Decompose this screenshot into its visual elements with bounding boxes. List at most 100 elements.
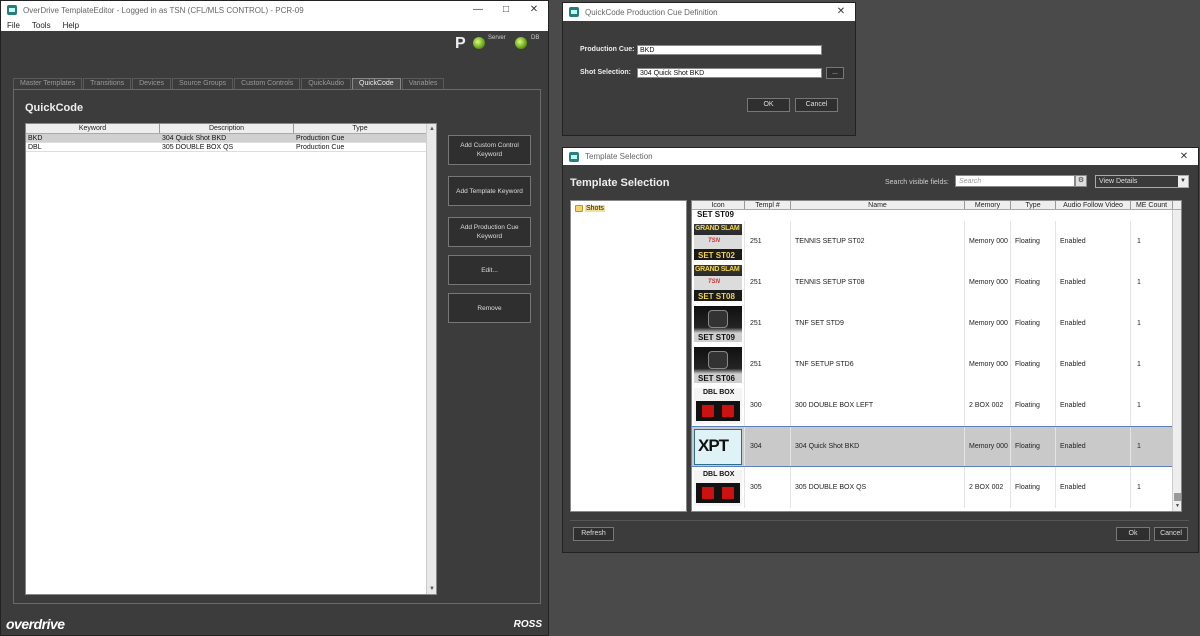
table-row[interactable]: DBL BOX 305 305 DOUBLE BOX QS 2 BOX 002 Floa…	[692, 467, 1173, 508]
maximize-icon[interactable]: □	[492, 1, 520, 19]
column-name[interactable]: Name	[791, 201, 965, 209]
column-audio-follow-video[interactable]: Audio Follow Video	[1056, 201, 1131, 209]
templ-number-cell: 304	[745, 427, 791, 466]
column-me-count[interactable]: ME Count	[1131, 201, 1173, 209]
table-row[interactable]: DBL 305 DOUBLE BOX QS Production Cue	[26, 143, 436, 152]
cue-cancel-button[interactable]: Cancel	[795, 98, 838, 112]
close-icon[interactable]: ✕	[1170, 148, 1198, 166]
afv-cell: Enabled	[1056, 303, 1131, 344]
scroll-down-icon[interactable]: ▼	[1173, 502, 1181, 511]
column-type[interactable]: Type	[1011, 201, 1056, 209]
table-row[interactable]: SET ST06 251 TNF SETUP STD6 Memory 000 Float…	[692, 344, 1173, 385]
column-type[interactable]: Type	[294, 124, 427, 133]
production-cue-field[interactable]: BKD	[637, 45, 822, 55]
close-icon[interactable]: ✕	[827, 3, 855, 21]
table-row[interactable]: GRAND SLAM TSN SET ST08 251 TENNIS SETUP ST0…	[692, 262, 1173, 303]
ts-cancel-button[interactable]: Cancel	[1154, 527, 1188, 541]
double-box-icon	[696, 482, 740, 503]
tab-source-groups[interactable]: Source Groups	[172, 78, 234, 89]
menu-help[interactable]: Help	[63, 21, 79, 30]
close-icon[interactable]: ✕	[520, 1, 548, 19]
table-row[interactable]: BKD 304 Quick Shot BKD Production Cue	[26, 134, 436, 143]
template-grid-scrollbar[interactable]: ▼	[1172, 210, 1181, 511]
shot-selection-field[interactable]: 304 Quick Shot BKD	[637, 68, 822, 78]
me-count-cell: 1	[1131, 303, 1173, 344]
shot-selection-label: Shot Selection:	[580, 69, 631, 76]
view-mode-value: View Details	[1099, 178, 1138, 185]
db-status-icon	[515, 37, 527, 49]
scroll-thumb[interactable]	[1174, 493, 1181, 501]
cue-dialog-titlebar[interactable]: QuickCode Production Cue Definition ✕	[563, 3, 855, 21]
production-cue-label: Production Cue:	[580, 46, 635, 53]
app-icon	[569, 7, 579, 17]
scroll-down-icon[interactable]: ▼	[427, 584, 437, 594]
table-row[interactable]: XPT 304 304 Quick Shot BKD Memory 000 Floati…	[692, 426, 1173, 467]
chevron-down-icon[interactable]: ▼	[1178, 176, 1188, 187]
tab-devices[interactable]: Devices	[132, 78, 172, 89]
search-options-icon[interactable]: ⚙	[1075, 175, 1087, 187]
tab-master-templates[interactable]: Master Templates	[13, 78, 83, 89]
tab-custom-controls[interactable]: Custom Controls	[234, 78, 301, 89]
keyword-table[interactable]: Keyword Description Type BKD 304 Quick Sh…	[25, 123, 437, 595]
table-row[interactable]: DBL BOX 300 300 DOUBLE BOX LEFT 2 BOX 002 Fl…	[692, 385, 1173, 426]
tree-item-shots[interactable]: Shots	[575, 205, 605, 212]
scroll-up-icon[interactable]: ▲	[427, 124, 437, 134]
tab-quickcode[interactable]: QuickCode	[352, 78, 401, 89]
thumb-caption: SET ST06	[698, 373, 735, 383]
minimize-icon[interactable]: —	[464, 1, 492, 19]
tab-transitions[interactable]: Transitions	[83, 78, 132, 89]
edit-button[interactable]: Edit...	[448, 255, 531, 285]
category-tree[interactable]: Shots	[570, 200, 687, 512]
cue-ok-button[interactable]: OK	[747, 98, 790, 112]
type-cell: Floating	[1011, 262, 1056, 303]
keyword-table-scrollbar[interactable]: ▲ ▼	[426, 124, 436, 594]
search-input[interactable]: Search	[955, 175, 1075, 187]
ts-titlebar[interactable]: Template Selection ✕	[563, 148, 1198, 165]
column-description[interactable]: Description	[160, 124, 294, 133]
afv-cell: Enabled	[1056, 262, 1131, 303]
type-cell: Production Cue	[296, 144, 345, 151]
template-grid[interactable]: Icon Templ # Name Memory Type Audio Foll…	[691, 200, 1182, 512]
add-custom-control-keyword-button[interactable]: Add Custom Control Keyword	[448, 135, 531, 165]
table-row[interactable]: SET ST09 251 TNF SET STD9 Memory 000 Floatin…	[692, 303, 1173, 344]
panel-title: QuickCode	[25, 102, 84, 114]
column-memory[interactable]: Memory	[965, 201, 1011, 209]
refresh-button[interactable]: Refresh	[573, 527, 614, 541]
name-cell: TNF SET STD9	[791, 303, 965, 344]
thumb-network: TSN	[708, 237, 720, 244]
menu-file[interactable]: File	[7, 21, 20, 30]
afv-cell: Enabled	[1056, 221, 1131, 262]
app-icon	[7, 5, 17, 15]
menu-tools[interactable]: Tools	[32, 21, 51, 30]
partial-row-thumb-label: SET ST09	[697, 210, 734, 219]
name-cell: 300 DOUBLE BOX LEFT	[791, 385, 965, 426]
me-count-cell: 1	[1131, 467, 1173, 508]
me-count-cell: 1	[1131, 344, 1173, 385]
remove-button[interactable]: Remove	[448, 293, 531, 323]
templ-number-cell: 251	[745, 303, 791, 344]
template-thumbnail: GRAND SLAM TSN SET ST02	[694, 223, 742, 260]
view-mode-select[interactable]: View Details ▼	[1095, 175, 1189, 188]
icon-cell: DBL BOX	[692, 385, 745, 426]
memory-cell: 2 BOX 002	[965, 385, 1011, 426]
tab-quickaudio[interactable]: QuickAudio	[301, 78, 352, 89]
icon-cell: XPT	[692, 427, 745, 466]
column-templ-number[interactable]: Templ #	[745, 201, 791, 209]
add-template-keyword-button[interactable]: Add Template Keyword	[448, 176, 531, 206]
production-cue-dialog: QuickCode Production Cue Definition ✕ Pr…	[562, 2, 856, 136]
footer-divider	[570, 520, 1189, 521]
overdrive-logo: overdrive	[6, 616, 65, 632]
column-keyword[interactable]: Keyword	[26, 124, 160, 133]
add-production-cue-keyword-button[interactable]: Add Production Cue Keyword	[448, 217, 531, 247]
keyword-cell: BKD	[28, 135, 43, 142]
table-row[interactable]: GRAND SLAM TSN SET ST02 251 TENNIS SETUP ST0…	[692, 221, 1173, 262]
templ-number-cell: 251	[745, 221, 791, 262]
icon-cell: DBL BOX	[692, 467, 745, 508]
column-icon[interactable]: Icon	[692, 201, 745, 209]
browse-button[interactable]: ...	[826, 67, 844, 79]
tab-variables[interactable]: Variables	[401, 78, 445, 89]
main-titlebar[interactable]: OverDrive TemplateEditor - Logged in as …	[1, 1, 548, 19]
ts-ok-button[interactable]: Ok	[1116, 527, 1150, 541]
template-selection-window: Template Selection ✕ Template Selection …	[562, 147, 1199, 553]
template-thumbnail: SET ST09	[694, 305, 742, 342]
